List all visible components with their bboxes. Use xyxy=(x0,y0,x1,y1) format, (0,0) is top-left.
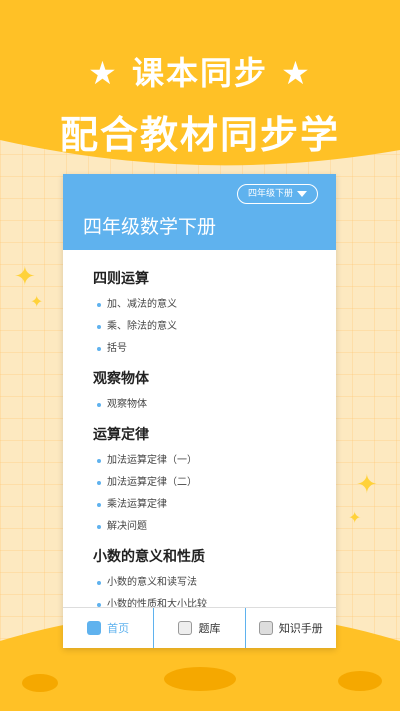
book-icon xyxy=(258,621,273,635)
bottom-tab-bar: 首页 题库 知识手册 xyxy=(63,607,336,648)
tab-questions-label: 题库 xyxy=(198,622,221,635)
list-item[interactable]: 加、减法的意义 xyxy=(93,294,336,316)
app-screen: 四年级下册 四年级数学下册 四则运算 加、减法的意义 乘、除法的意义 括号 观察… xyxy=(63,174,336,648)
grade-selector[interactable]: 四年级下册 xyxy=(236,184,318,204)
list-item[interactable]: 括号 xyxy=(93,338,336,360)
promo-line-1: ★ 课本同步 ★ xyxy=(0,48,400,94)
book-title: 四年级数学下册 xyxy=(83,216,217,238)
tab-questions[interactable]: 题库 xyxy=(154,608,246,648)
book-header: 四年级下册 四年级数学下册 xyxy=(63,174,336,250)
list-item[interactable]: 观察物体 xyxy=(93,394,336,416)
list-item[interactable]: 加法运算定律（二） xyxy=(93,472,336,494)
list-item[interactable]: 乘、除法的意义 xyxy=(93,316,336,338)
star-icon: ★ xyxy=(88,54,119,92)
section-title: 观察物体 xyxy=(93,371,149,387)
sparkle-icon: ✦ xyxy=(348,508,362,527)
list-icon xyxy=(178,621,193,635)
list-item[interactable]: 解决问题 xyxy=(93,516,336,538)
tab-handbook-label: 知识手册 xyxy=(278,622,323,635)
section-title: 四则运算 xyxy=(93,271,149,287)
chapter-list: 四则运算 加、减法的意义 乘、除法的意义 括号 观察物体 观察物体 运算定律 加… xyxy=(63,250,336,616)
sparkle-icon: ✦ xyxy=(356,470,378,500)
list-item[interactable]: 加法运算定律（一） xyxy=(93,450,336,472)
list-item[interactable]: 乘法运算定律 xyxy=(93,494,336,516)
section-title: 小数的意义和性质 xyxy=(93,549,205,565)
home-icon xyxy=(87,621,102,635)
sparkle-icon: ✦ xyxy=(14,262,36,292)
section-title: 运算定律 xyxy=(93,427,149,443)
tab-home-label: 首页 xyxy=(107,622,130,635)
list-item[interactable]: 小数的意义和读写法 xyxy=(93,572,336,594)
chevron-down-icon xyxy=(297,191,307,197)
tab-home[interactable]: 首页 xyxy=(63,608,155,648)
tab-handbook[interactable]: 知识手册 xyxy=(246,608,336,648)
star-icon: ★ xyxy=(281,54,312,92)
grade-selector-label: 四年级下册 xyxy=(247,189,293,199)
sparkle-icon: ✦ xyxy=(30,292,44,311)
promo-line-2: 配合教材同步学 xyxy=(59,113,340,157)
promo-line-1-text: 课本同步 xyxy=(131,54,268,92)
